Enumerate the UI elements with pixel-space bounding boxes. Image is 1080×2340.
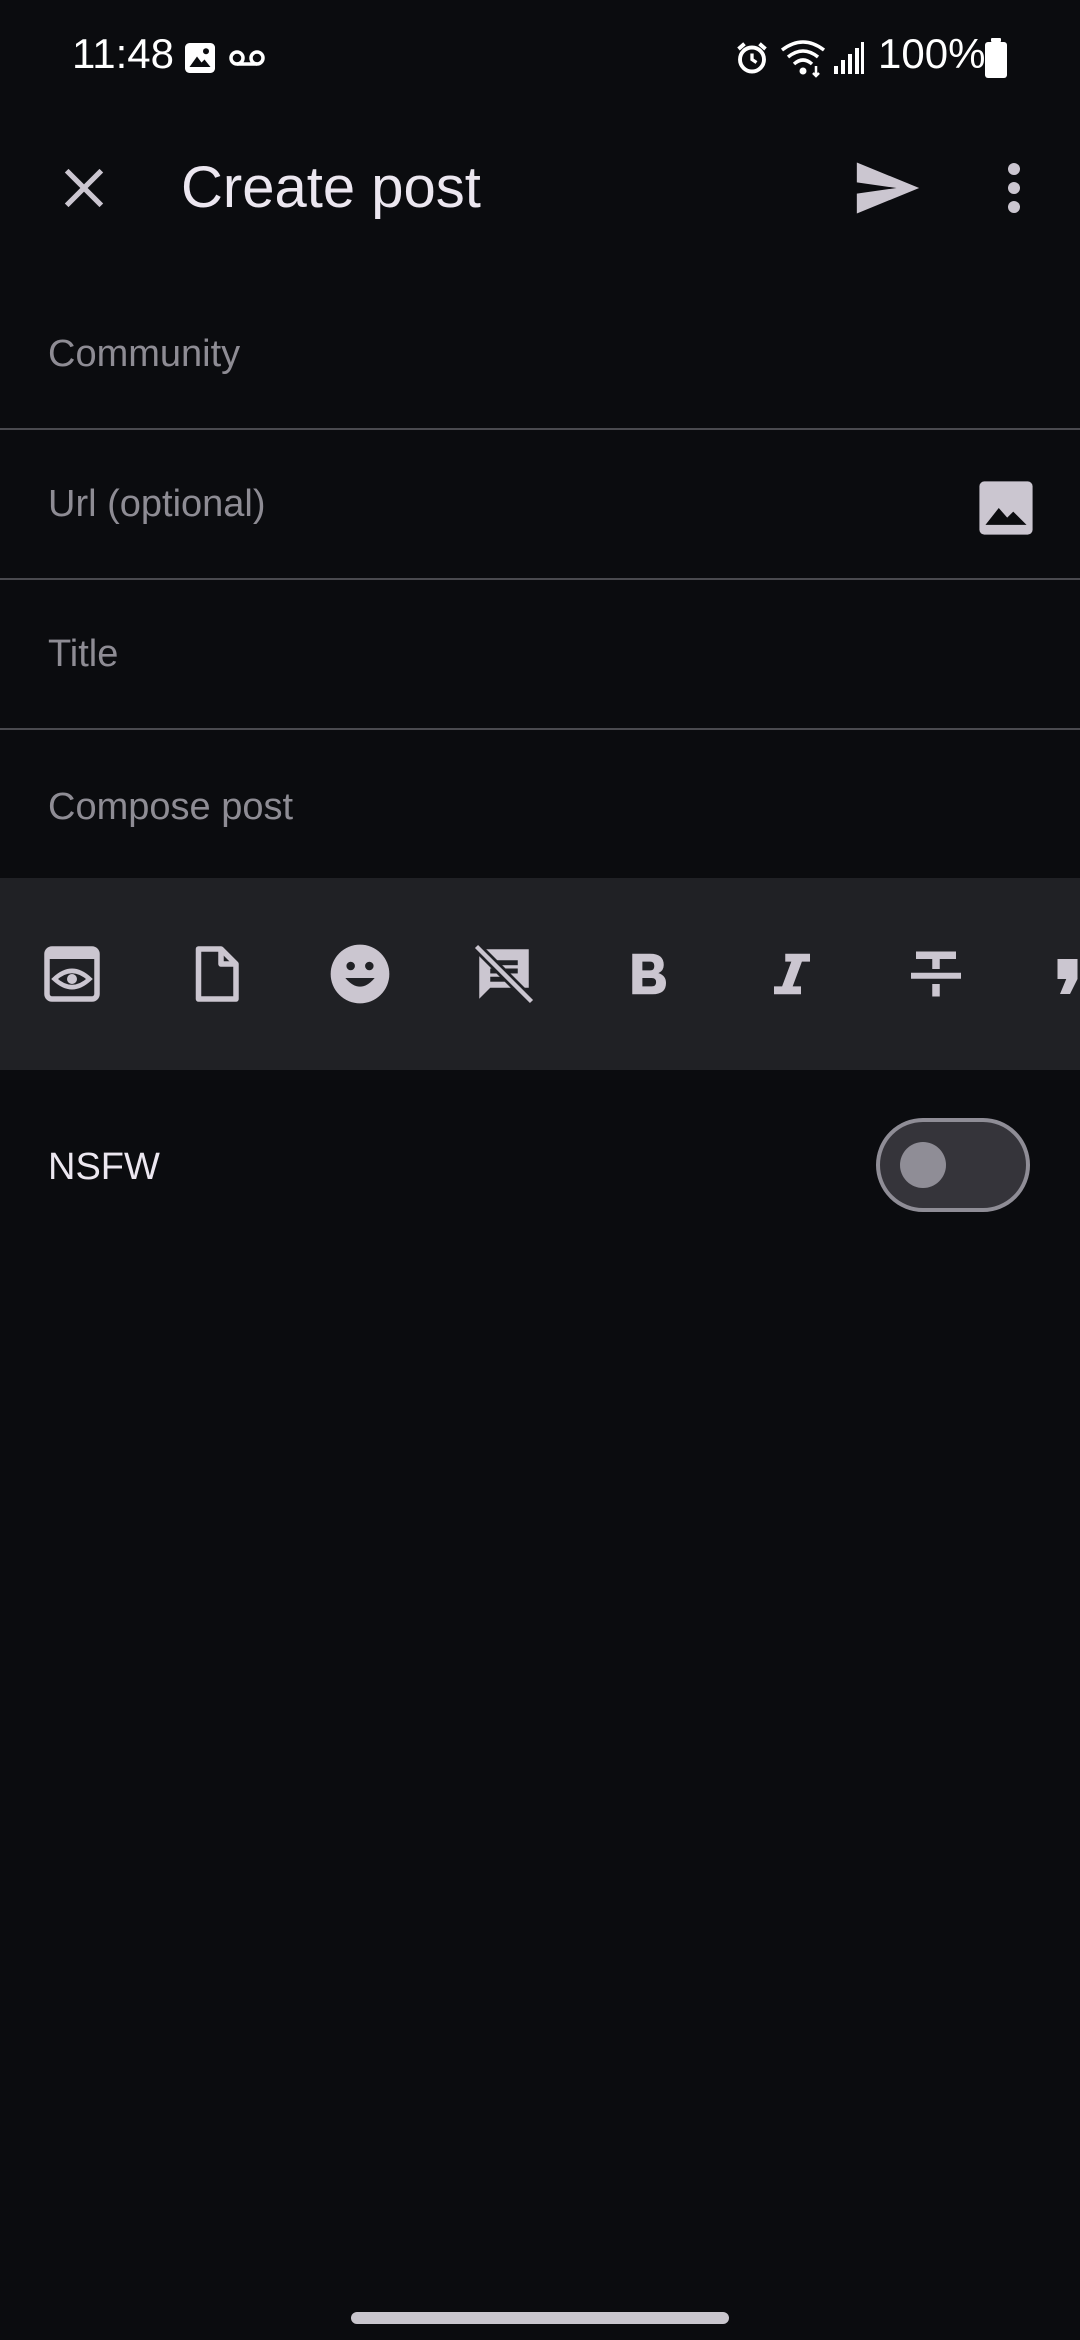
- bold-icon: [632, 953, 666, 995]
- quote-button[interactable]: [1024, 918, 1080, 1030]
- more-vert-icon: [1008, 163, 1020, 213]
- italic-button[interactable]: [736, 918, 848, 1030]
- wifi-icon: [780, 40, 826, 78]
- status-bar: 11:48 100%: [0, 0, 1080, 116]
- comments-disabled-button[interactable]: [448, 918, 560, 1030]
- close-icon: [64, 168, 104, 208]
- community-field: [0, 280, 1080, 430]
- close-button[interactable]: [34, 138, 134, 238]
- compose-input[interactable]: [48, 786, 1028, 866]
- send-icon: [856, 162, 920, 214]
- send-button[interactable]: [838, 138, 938, 238]
- alarm-icon: [737, 42, 767, 74]
- battery-icon: [985, 38, 1007, 78]
- title-field: [0, 580, 1080, 730]
- file-icon: [195, 946, 239, 1002]
- add-image-button[interactable]: [970, 472, 1042, 544]
- battery-percent: 100%: [878, 30, 986, 77]
- file-button[interactable]: [160, 918, 272, 1030]
- nsfw-toggle[interactable]: [876, 1118, 1030, 1212]
- url-input[interactable]: [48, 430, 948, 578]
- comments-disabled-icon: [472, 942, 536, 1006]
- url-field: [0, 430, 1080, 580]
- image-icon: [185, 43, 215, 73]
- home-indicator[interactable]: [351, 2312, 729, 2324]
- signal-icon: [834, 42, 864, 74]
- more-options-button[interactable]: [966, 138, 1062, 238]
- markdown-toolbar: [0, 878, 1080, 1070]
- emoji-icon: [330, 944, 390, 1004]
- italic-icon: [774, 953, 810, 995]
- bold-button[interactable]: [592, 918, 704, 1030]
- community-input[interactable]: [48, 280, 948, 428]
- app-bar: Create post: [0, 116, 1080, 256]
- title-input[interactable]: [48, 580, 948, 728]
- image-icon: [979, 481, 1033, 535]
- emoji-button[interactable]: [304, 918, 416, 1030]
- preview-button[interactable]: [16, 918, 128, 1030]
- voicemail-icon: [229, 50, 265, 66]
- quote-icon: [1057, 959, 1078, 994]
- strikethrough-button[interactable]: [880, 918, 992, 1030]
- status-time: 11:48: [72, 30, 174, 77]
- strikethrough-icon: [911, 951, 961, 997]
- nsfw-label: NSFW: [48, 1146, 160, 1188]
- compose-field: [0, 730, 1080, 878]
- toggle-knob: [900, 1142, 946, 1188]
- page-title: Create post: [181, 155, 481, 220]
- preview-icon: [44, 946, 100, 1002]
